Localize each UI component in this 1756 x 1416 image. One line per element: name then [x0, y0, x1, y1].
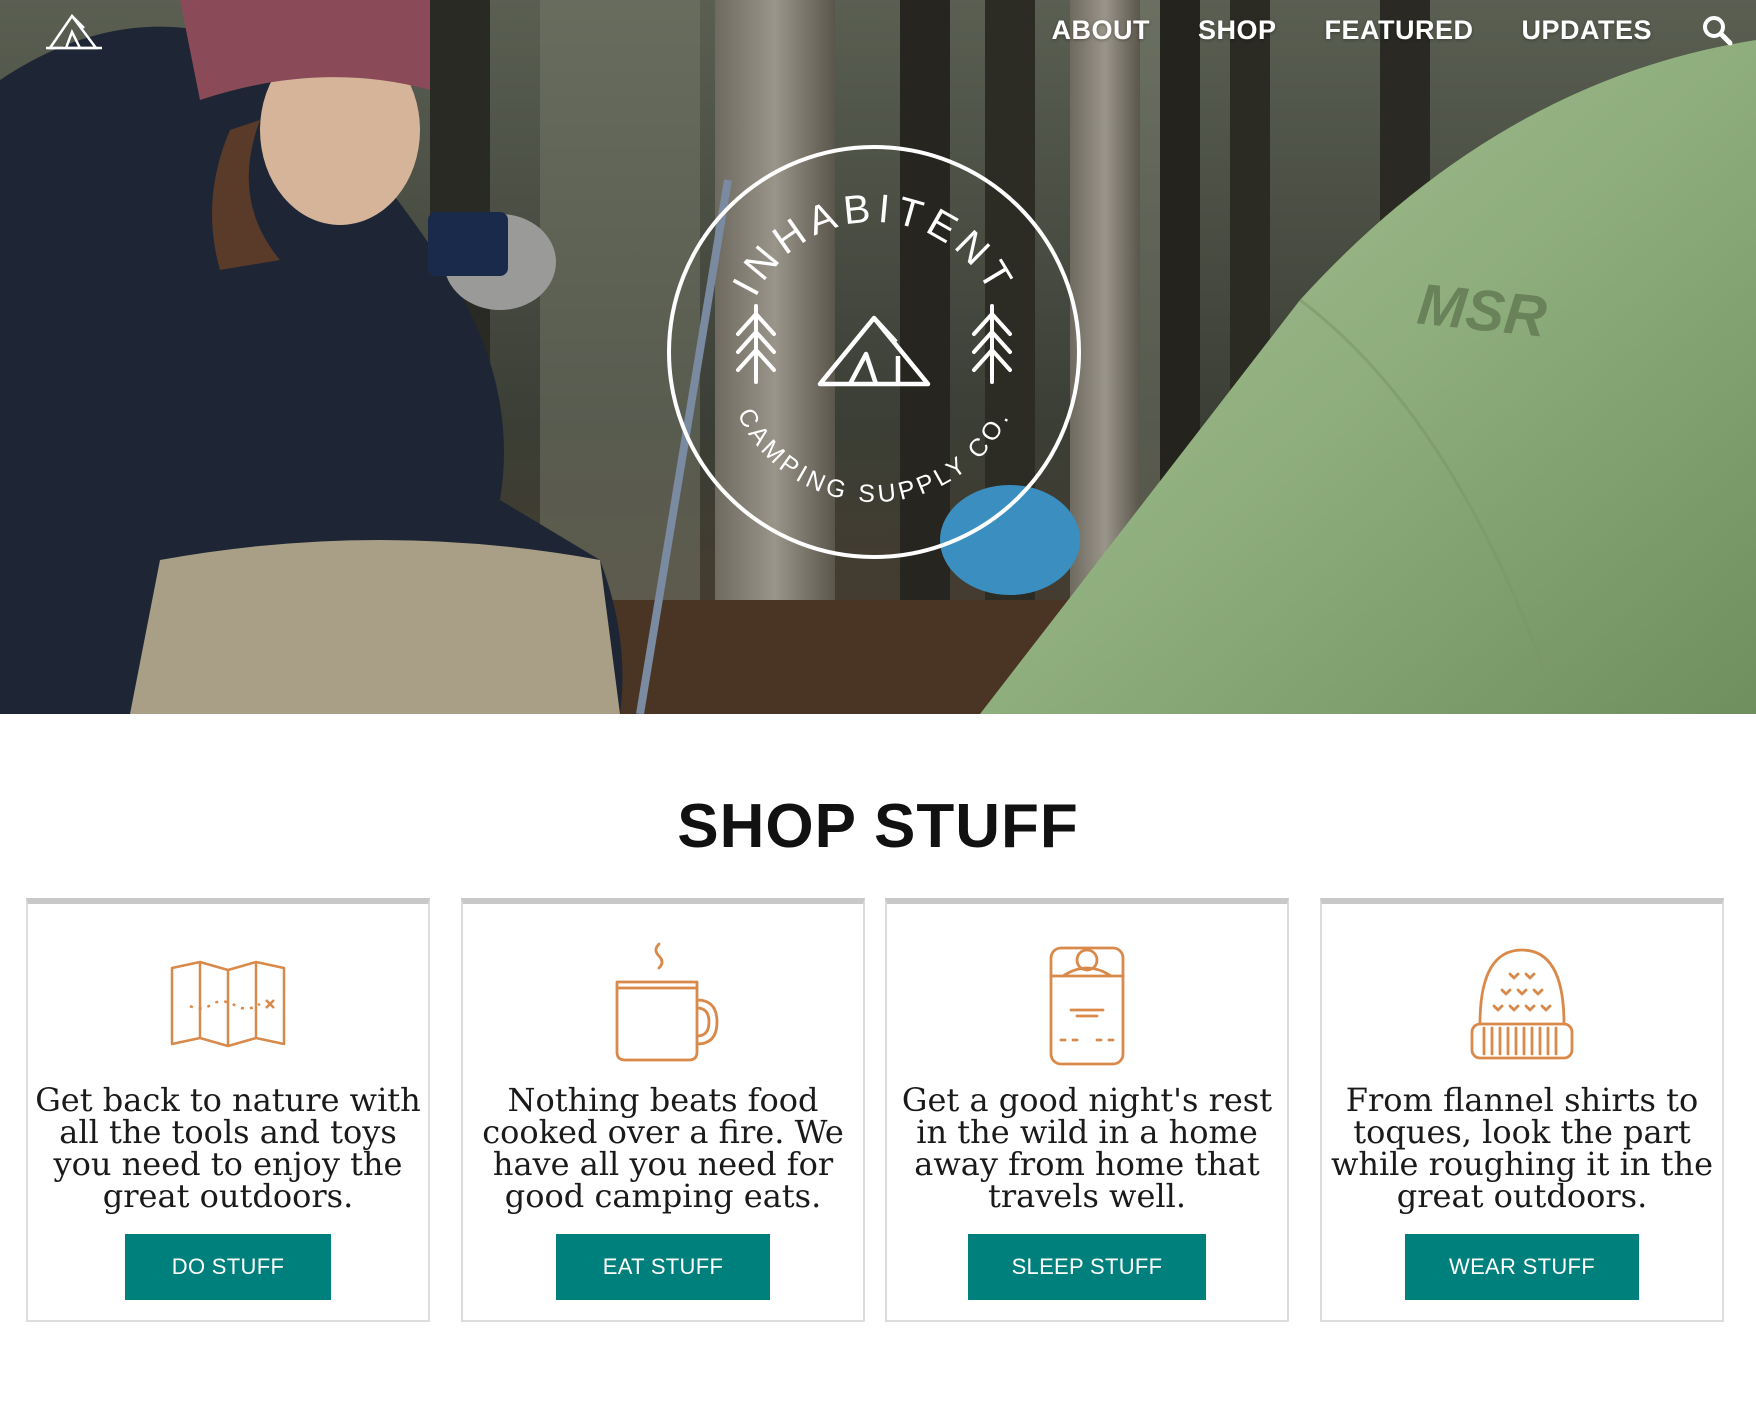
- badge-bottom-text: CAMPING SUPPLY CO.: [732, 404, 1012, 509]
- nav-about[interactable]: ABOUT: [1051, 15, 1150, 46]
- beanie-icon: [1452, 940, 1592, 1070]
- tree-icon: [972, 304, 1012, 384]
- map-icon: [158, 940, 298, 1070]
- nav-shop[interactable]: SHOP: [1198, 15, 1277, 46]
- svg-text:CAMPING SUPPLY CO.: CAMPING SUPPLY CO.: [732, 404, 1016, 509]
- category-card-do: Get back to nature with all the tools an…: [26, 898, 430, 1322]
- category-card-eat: Nothing beats food cooked over a fire. W…: [461, 898, 865, 1322]
- brand-badge: INHABITENT CAMPING SUPPLY CO.: [664, 142, 1084, 562]
- nav-featured[interactable]: FEATURED: [1324, 15, 1473, 46]
- mug-icon: [593, 940, 733, 1070]
- nav-updates[interactable]: UPDATES: [1521, 15, 1652, 46]
- tent-icon: [817, 315, 931, 387]
- category-card-sleep: Get a good night's rest in the wild in a…: [885, 898, 1289, 1322]
- wear-stuff-button[interactable]: WEAR STUFF: [1405, 1234, 1639, 1300]
- category-card-wear: From flannel shirts to toques, look the …: [1320, 898, 1724, 1322]
- card-description: From flannel shirts to toques, look the …: [1330, 1081, 1714, 1215]
- hero-banner: MSR ABOUT SHOP FEATURED UPDATES INHABITE…: [0, 0, 1756, 714]
- tree-icon: [736, 304, 776, 384]
- card-description: Get back to nature with all the tools an…: [35, 1081, 421, 1215]
- do-stuff-button[interactable]: DO STUFF: [125, 1234, 331, 1300]
- section-title: SHOP STUFF: [677, 792, 1079, 861]
- tent-brand-text: MSR: [1415, 272, 1550, 350]
- card-description: Nothing beats food cooked over a fire. W…: [482, 1081, 844, 1215]
- sleeping-bag-icon: [1017, 940, 1157, 1070]
- main-nav: ABOUT SHOP FEATURED UPDATES: [1051, 10, 1756, 50]
- category-cards: Get back to nature with all the tools an…: [26, 898, 1726, 1322]
- card-description: Get a good night's rest in the wild in a…: [901, 1081, 1273, 1215]
- eat-stuff-button[interactable]: EAT STUFF: [556, 1234, 770, 1300]
- tent-logo-icon[interactable]: [44, 8, 106, 54]
- svg-text:INHABITENT: INHABITENT: [724, 186, 1023, 302]
- badge-top-text: INHABITENT: [724, 186, 1017, 302]
- search-icon[interactable]: [1700, 13, 1734, 47]
- sleep-stuff-button[interactable]: SLEEP STUFF: [968, 1234, 1206, 1300]
